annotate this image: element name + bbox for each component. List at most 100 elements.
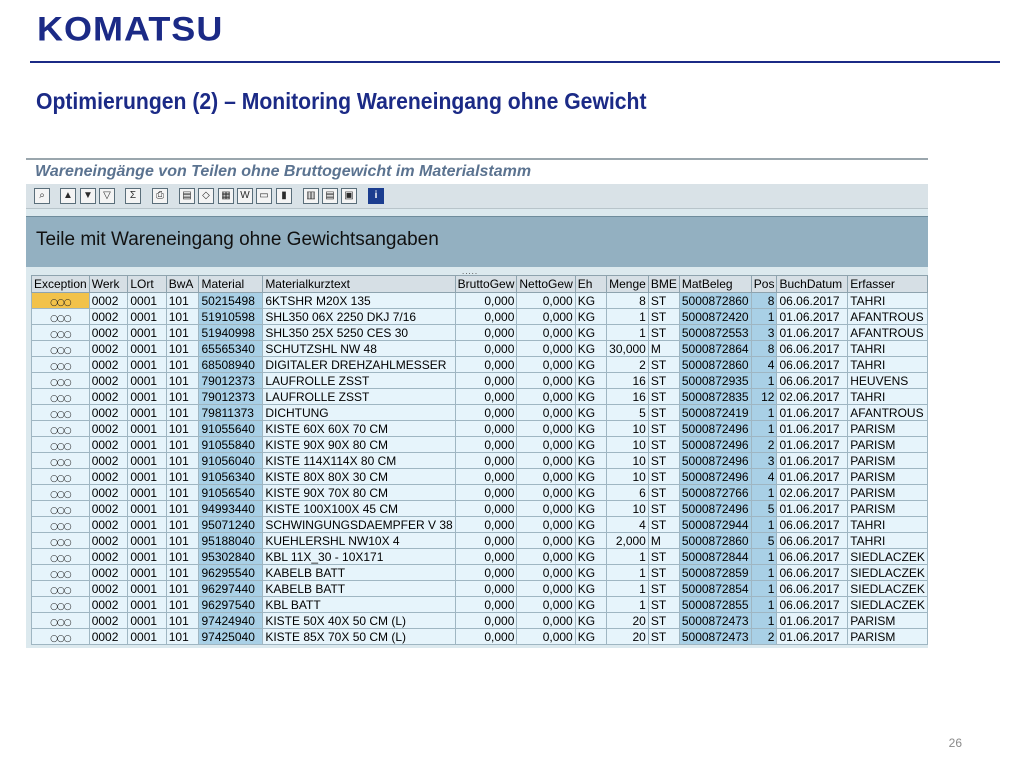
cell-buchdatum[interactable]: 06.06.2017 xyxy=(776,580,849,597)
cell-menge[interactable]: 10 xyxy=(606,420,649,437)
cell-materialkurztext[interactable]: KABELB BATT xyxy=(262,580,456,597)
cell-bruttogew[interactable]: 0,000 xyxy=(454,340,518,357)
cell-bruttogew[interactable]: 0,000 xyxy=(454,548,518,565)
cell-eh[interactable]: KG xyxy=(574,420,608,437)
cell-materialkurztext[interactable]: DICHTUNG xyxy=(262,404,456,421)
cell-lort[interactable]: 0001 xyxy=(127,356,167,373)
sum-icon[interactable]: Σ xyxy=(125,188,141,204)
cell-material[interactable]: 95071240 xyxy=(198,516,264,533)
cell-materialkurztext[interactable]: KBL BATT xyxy=(262,596,456,613)
cell-erfasser[interactable]: TAHRI xyxy=(847,532,928,549)
cell-menge[interactable]: 6 xyxy=(606,484,649,501)
cell-werk[interactable]: 0002 xyxy=(88,388,129,405)
details-icon[interactable]: ⌕ xyxy=(34,188,50,204)
cell-buchdatum[interactable]: 01.06.2017 xyxy=(776,308,849,325)
cell-material[interactable]: 68508940 xyxy=(198,356,264,373)
save-layout-icon[interactable]: ▣ xyxy=(341,188,357,204)
cell-bme[interactable]: ST xyxy=(647,500,680,517)
table-row[interactable]: ○○○ 0002 0001 101 94993440 KISTE 100X100X 45 … xyxy=(31,500,928,517)
cell-pos[interactable]: 1 xyxy=(750,596,778,613)
cell-bwa[interactable]: 101 xyxy=(165,404,200,421)
table-row[interactable]: ○○○ 0002 0001 101 91056040 KISTE 114X114X 80 … xyxy=(31,452,928,469)
cell-bme[interactable]: M xyxy=(647,340,680,357)
cell-pos[interactable]: 1 xyxy=(750,580,778,597)
cell-menge[interactable]: 1 xyxy=(606,580,649,597)
cell-nettogew[interactable]: 0,000 xyxy=(516,388,576,405)
cell-menge[interactable]: 1 xyxy=(606,596,649,613)
cell-menge[interactable]: 1 xyxy=(606,308,649,325)
cell-lort[interactable]: 0001 xyxy=(127,452,167,469)
filter-icon[interactable]: ▼ xyxy=(80,188,96,204)
cell-buchdatum[interactable]: 06.06.2017 xyxy=(776,596,849,613)
cell-eh[interactable]: KG xyxy=(574,580,608,597)
cell-bwa[interactable]: 101 xyxy=(165,548,200,565)
cell-bwa[interactable]: 101 xyxy=(165,564,200,581)
cell-eh[interactable]: KG xyxy=(574,468,608,485)
cell-nettogew[interactable]: 0,000 xyxy=(516,548,576,565)
cell-bruttogew[interactable]: 0,000 xyxy=(454,596,518,613)
table-row[interactable]: ○○○ 0002 0001 101 79012373 LAUFROLLE ZSST 0,00… xyxy=(31,372,928,389)
cell-erfasser[interactable]: SIEDLACZEK xyxy=(847,564,928,581)
cell-buchdatum[interactable]: 06.06.2017 xyxy=(776,564,849,581)
cell-eh[interactable]: KG xyxy=(574,628,608,645)
cell-pos[interactable]: 1 xyxy=(750,548,778,565)
table-row[interactable]: ○○○ 0002 0001 101 79811373 DICHTUNG 0,000 0,000… xyxy=(31,404,928,421)
cell-bme[interactable]: ST xyxy=(647,372,680,389)
cell-material[interactable]: 50215498 xyxy=(198,292,264,309)
table-row[interactable]: ○○○ 0002 0001 101 95302840 KBL 11X_30 - 10X17… xyxy=(31,548,928,565)
cell-menge[interactable]: 1 xyxy=(606,564,649,581)
cell-erfasser[interactable]: AFANTROUS xyxy=(847,308,928,325)
cell-matbeleg[interactable]: 5000872473 xyxy=(678,612,752,629)
column-header-nettogew[interactable]: NettoGew xyxy=(516,275,576,293)
cell-buchdatum[interactable]: 01.06.2017 xyxy=(776,468,849,485)
cell-erfasser[interactable]: PARISM xyxy=(847,612,928,629)
cell-buchdatum[interactable]: 02.06.2017 xyxy=(776,388,849,405)
cell-materialkurztext[interactable]: KISTE 90X 90X 80 CM xyxy=(262,436,456,453)
cell-matbeleg[interactable]: 5000872553 xyxy=(678,324,752,341)
cell-werk[interactable]: 0002 xyxy=(88,324,129,341)
cell-eh[interactable]: KG xyxy=(574,612,608,629)
cell-eh[interactable]: KG xyxy=(574,356,608,373)
table-row[interactable]: ○○○ 0002 0001 101 91056540 KISTE 90X 70X 80 C… xyxy=(31,484,928,501)
cell-nettogew[interactable]: 0,000 xyxy=(516,324,576,341)
cell-menge[interactable]: 1 xyxy=(606,548,649,565)
cell-erfasser[interactable]: TAHRI xyxy=(847,388,928,405)
column-header-menge[interactable]: Menge xyxy=(606,275,649,293)
cell-eh[interactable]: KG xyxy=(574,388,608,405)
cell-bwa[interactable]: 101 xyxy=(165,372,200,389)
column-header-lort[interactable]: LOrt xyxy=(127,275,167,293)
cell-nettogew[interactable]: 0,000 xyxy=(516,612,576,629)
cell-pos[interactable]: 2 xyxy=(750,628,778,645)
export-icon[interactable]: ▤ xyxy=(179,188,195,204)
cell-werk[interactable]: 0002 xyxy=(88,548,129,565)
cell-erfasser[interactable]: TAHRI xyxy=(847,516,928,533)
cell-erfasser[interactable]: SIEDLACZEK xyxy=(847,580,928,597)
cell-bme[interactable]: ST xyxy=(647,548,680,565)
cell-erfasser[interactable]: HEUVENS xyxy=(847,372,928,389)
cell-nettogew[interactable]: 0,000 xyxy=(516,580,576,597)
cell-matbeleg[interactable]: 5000872864 xyxy=(678,340,752,357)
cell-pos[interactable]: 1 xyxy=(750,372,778,389)
cell-bme[interactable]: ST xyxy=(647,436,680,453)
cell-bruttogew[interactable]: 0,000 xyxy=(454,468,518,485)
cell-eh[interactable]: KG xyxy=(574,372,608,389)
cell-matbeleg[interactable]: 5000872496 xyxy=(678,452,752,469)
column-header-material[interactable]: Material xyxy=(198,275,264,293)
cell-lort[interactable]: 0001 xyxy=(127,372,167,389)
cell-material[interactable]: 97425040 xyxy=(198,628,264,645)
cell-eh[interactable]: KG xyxy=(574,484,608,501)
cell-bwa[interactable]: 101 xyxy=(165,340,200,357)
cell-eh[interactable]: KG xyxy=(574,340,608,357)
cell-matbeleg[interactable]: 5000872496 xyxy=(678,420,752,437)
cell-pos[interactable]: 3 xyxy=(750,324,778,341)
cell-matbeleg[interactable]: 5000872835 xyxy=(678,388,752,405)
cell-bme[interactable]: ST xyxy=(647,612,680,629)
cell-pos[interactable]: 8 xyxy=(750,340,778,357)
cell-nettogew[interactable]: 0,000 xyxy=(516,452,576,469)
cell-bme[interactable]: ST xyxy=(647,580,680,597)
cell-material[interactable]: 79012373 xyxy=(198,388,264,405)
cell-bruttogew[interactable]: 0,000 xyxy=(454,420,518,437)
cell-matbeleg[interactable]: 5000872935 xyxy=(678,372,752,389)
cell-bwa[interactable]: 101 xyxy=(165,516,200,533)
cell-materialkurztext[interactable]: SHL350 25X 5250 CES 30 xyxy=(262,324,456,341)
